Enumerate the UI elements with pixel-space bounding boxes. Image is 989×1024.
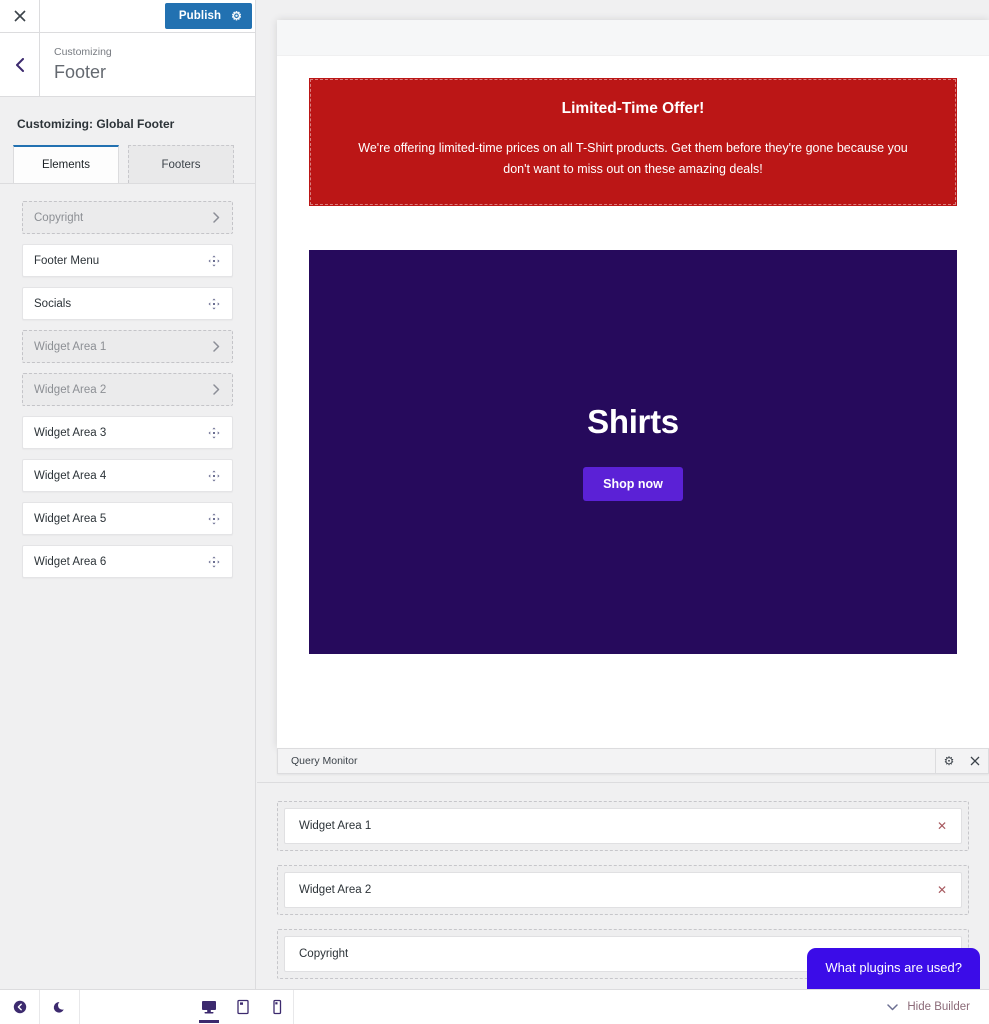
- builder-row-widget-area-1[interactable]: Widget Area 1 ✕: [284, 808, 962, 844]
- drop-zone[interactable]: Widget Area 1 ✕: [277, 801, 969, 851]
- list-item-widget-area-1[interactable]: Widget Area 1: [22, 330, 233, 363]
- promo-text: We're offering limited-time prices on al…: [358, 141, 908, 176]
- publish-button-label: Publish: [178, 10, 222, 22]
- sidebar-topbar: Publish ⚙: [0, 0, 255, 33]
- list-item-label: Widget Area 4: [34, 469, 107, 482]
- customizing-eyebrow: Customizing: [54, 46, 112, 58]
- list-item-copyright[interactable]: Copyright: [22, 201, 233, 234]
- close-icon[interactable]: ✕: [935, 883, 949, 897]
- customizer-app: Publish ⚙ Customizing Footer Customizing…: [0, 0, 989, 1024]
- list-item-label: Footer Menu: [34, 254, 100, 267]
- tab-footers-label: Footers: [161, 158, 201, 171]
- hero-title: Shirts: [587, 403, 679, 440]
- list-item-widget-area-5[interactable]: Widget Area 5: [22, 502, 233, 535]
- query-monitor-label: Query Monitor: [291, 755, 358, 767]
- tablet-icon[interactable]: [226, 990, 260, 1024]
- drop-zone[interactable]: Widget Area 2 ✕: [277, 865, 969, 915]
- site-body: Limited-Time Offer! We're offering limit…: [277, 78, 989, 748]
- list-item-socials[interactable]: Socials: [22, 287, 233, 320]
- list-item-label: Widget Area 1: [34, 340, 107, 353]
- customizer-sidebar: Publish ⚙ Customizing Footer Customizing…: [0, 0, 256, 989]
- hero-banner[interactable]: Shirts Shop now: [309, 250, 957, 654]
- list-item-label: Widget Area 2: [34, 383, 107, 396]
- move-icon[interactable]: [208, 556, 220, 568]
- tab-elements[interactable]: Elements: [13, 145, 119, 183]
- section-title: Customizing: Global Footer: [17, 117, 175, 131]
- list-item-label: Socials: [34, 297, 72, 310]
- list-item-label: Widget Area 3: [34, 426, 107, 439]
- promo-title: Limited-Time Offer!: [561, 100, 705, 117]
- preview-area: Limited-Time Offer! We're offering limit…: [257, 0, 989, 989]
- sidebar-header-text: Customizing Footer: [40, 33, 112, 96]
- builder-row-label: Widget Area 2: [299, 884, 372, 896]
- close-icon[interactable]: ✕: [935, 819, 949, 833]
- chevron-right-icon[interactable]: [213, 212, 220, 223]
- close-icon[interactable]: [0, 0, 40, 32]
- shop-now-button[interactable]: Shop now: [583, 467, 683, 501]
- device-preview-group: [192, 990, 294, 1024]
- query-monitor-bar: Query Monitor ⚙: [277, 748, 989, 774]
- builder-row-widget-area-2[interactable]: Widget Area 2 ✕: [284, 872, 962, 908]
- bottom-toolbar: Hide Builder: [0, 989, 989, 1024]
- list-item-widget-area-2[interactable]: Widget Area 2: [22, 373, 233, 406]
- site-preview-frame[interactable]: Limited-Time Offer! We're offering limit…: [277, 20, 989, 748]
- list-item-widget-area-3[interactable]: Widget Area 3: [22, 416, 233, 449]
- bottom-toolbar-spacer: [294, 990, 887, 1024]
- list-item-label: Copyright: [34, 211, 84, 224]
- gear-icon[interactable]: ⚙: [936, 749, 962, 773]
- sidebar-header: Customizing Footer: [0, 33, 255, 97]
- move-icon[interactable]: [208, 298, 220, 310]
- list-item-widget-area-6[interactable]: Widget Area 6: [22, 545, 233, 578]
- query-monitor-actions: ⚙: [935, 749, 988, 773]
- chevron-down-icon: [887, 1003, 899, 1011]
- site-header-strip: [277, 20, 989, 56]
- move-icon[interactable]: [208, 427, 220, 439]
- promo-banner[interactable]: Limited-Time Offer! We're offering limit…: [309, 78, 957, 206]
- list-item-label: Widget Area 5: [34, 512, 107, 525]
- collapse-circle-icon[interactable]: [0, 990, 40, 1024]
- chevron-right-icon[interactable]: [213, 341, 220, 352]
- hide-builder-button[interactable]: Hide Builder: [887, 990, 989, 1024]
- moon-icon[interactable]: [40, 990, 80, 1024]
- move-icon[interactable]: [208, 255, 220, 267]
- move-icon[interactable]: [208, 513, 220, 525]
- sidebar-tabs: Elements Footers: [0, 145, 255, 183]
- page-title: Footer: [54, 62, 107, 82]
- chevron-left-icon[interactable]: [0, 33, 40, 96]
- mobile-icon[interactable]: [260, 990, 294, 1024]
- publish-button[interactable]: Publish ⚙: [164, 3, 252, 29]
- chat-widget-badge[interactable]: What plugins are used?: [807, 948, 980, 989]
- builder-row-label: Widget Area 1: [299, 820, 372, 832]
- desktop-icon[interactable]: [192, 990, 226, 1024]
- list-item-label: Widget Area 6: [34, 555, 107, 568]
- tab-footers[interactable]: Footers: [128, 145, 234, 183]
- list-item-footer-menu[interactable]: Footer Menu: [22, 244, 233, 277]
- gear-icon[interactable]: ⚙: [231, 10, 242, 22]
- list-item-widget-area-4[interactable]: Widget Area 4: [22, 459, 233, 492]
- move-icon[interactable]: [208, 470, 220, 482]
- elements-list: Copyright Footer Menu Socials Widget Are…: [0, 184, 255, 989]
- chevron-right-icon[interactable]: [213, 384, 220, 395]
- tab-elements-label: Elements: [42, 159, 90, 171]
- hide-builder-label: Hide Builder: [907, 1001, 970, 1013]
- close-icon[interactable]: [962, 749, 988, 773]
